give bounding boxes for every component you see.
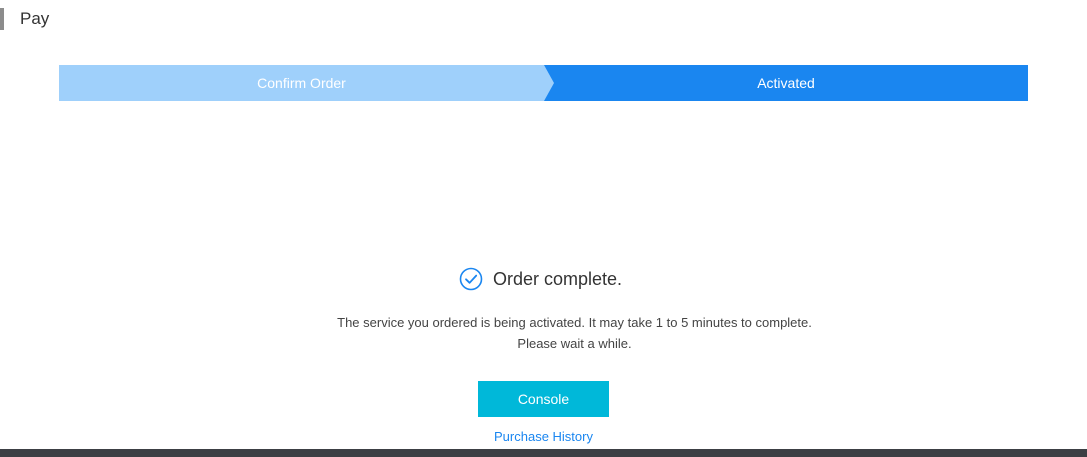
purchase-history-label: Purchase History: [494, 429, 593, 444]
pay-page: Pay Activated Confirm Order Order comple…: [0, 0, 1087, 457]
console-button[interactable]: Console: [478, 381, 609, 417]
result-heading: Order complete.: [0, 265, 1087, 293]
result-description: The service you ordered is being activat…: [0, 312, 1087, 354]
check-circle-icon: [459, 267, 483, 291]
result-description-line-2: Please wait a while.: [517, 336, 632, 351]
step-activated-label: Activated: [757, 75, 815, 91]
result-title: Order complete.: [492, 268, 623, 289]
page-title: Pay: [20, 9, 50, 28]
order-progress-stepper: Activated Confirm Order: [59, 65, 1028, 101]
step-confirm-order: Confirm Order: [59, 65, 554, 101]
footer-bar: [0, 449, 1087, 457]
purchase-history-link[interactable]: Purchase History: [0, 429, 1087, 444]
page-header: Pay: [0, 7, 49, 31]
result-description-line-1: The service you ordered is being activat…: [337, 315, 812, 330]
step-confirm-order-label: Confirm Order: [257, 75, 346, 91]
header-accent-bar: [0, 8, 4, 30]
